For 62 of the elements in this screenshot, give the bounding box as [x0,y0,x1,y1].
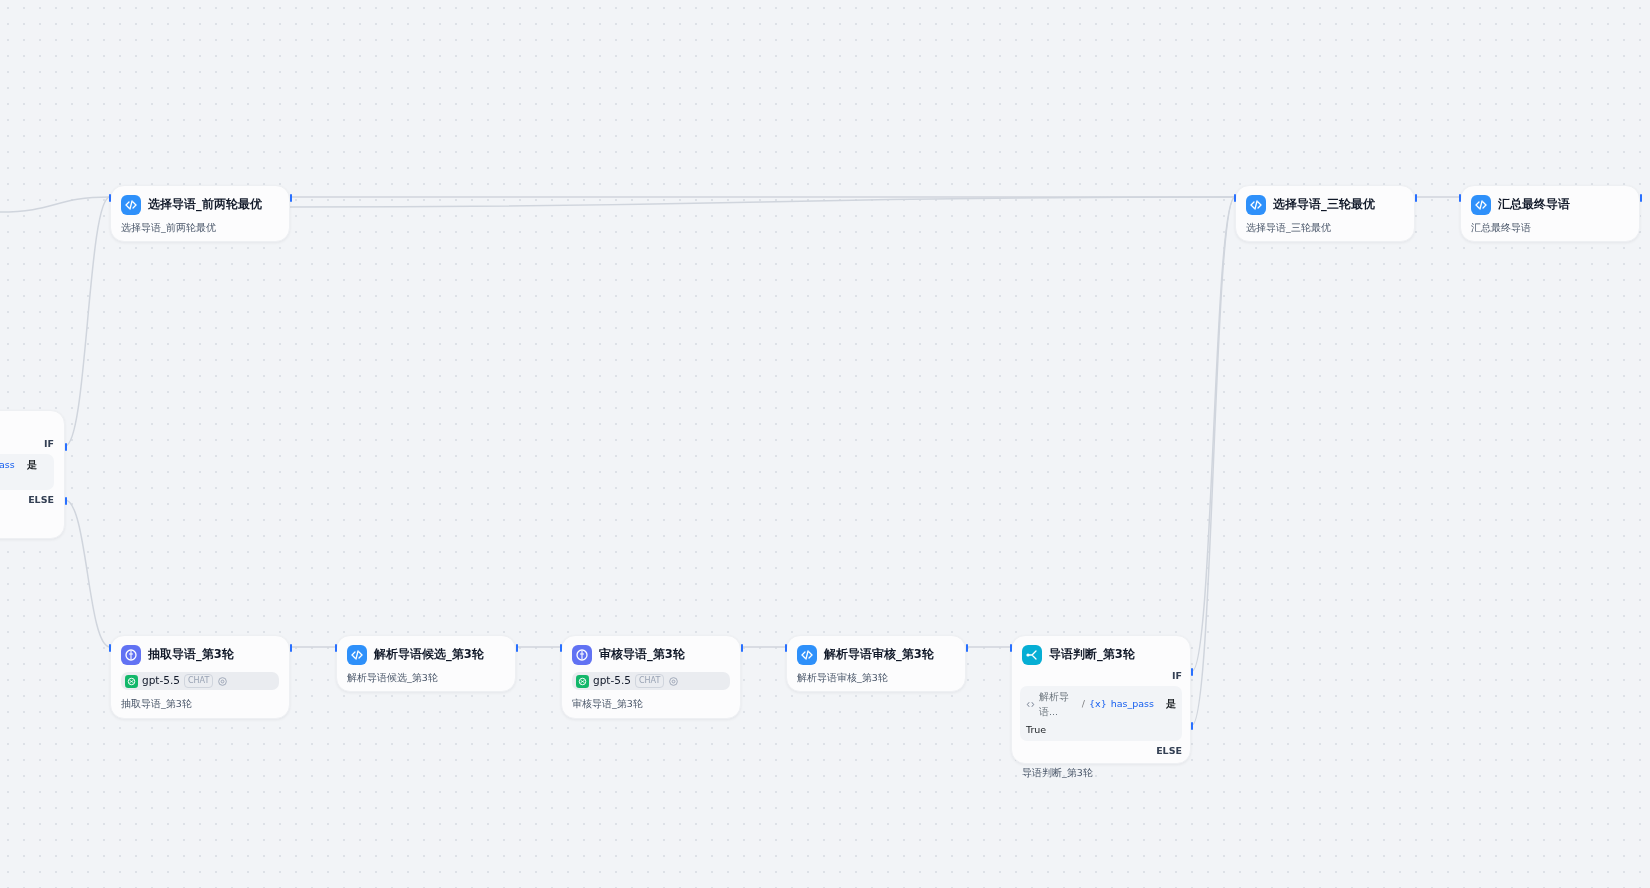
connection-handle [1010,644,1012,652]
code-icon [1026,700,1035,709]
variable-icon: {x} [1089,697,1107,712]
connection-handle [966,644,968,652]
node-title: 解析导语审核_第3轮 [824,646,934,664]
connection-handle [785,644,787,652]
operator-label: 是 [26,458,37,473]
connection-handle [1459,194,1461,202]
branch-label: IF [42,437,54,451]
settings-icon [668,675,680,687]
connection-handle [516,644,518,652]
node-description: 审核导语_第3轮 [571,697,644,711]
node-description: 选择导语_三轮最优 [1245,221,1332,235]
branch-label: ELSE [1155,744,1182,758]
variable-name: has_pass [1110,697,1154,712]
connection-handle [109,194,111,202]
branch-label: IF [1170,669,1182,683]
node-title: 解析导语候选_第3轮 [374,646,484,664]
model-name: gpt-5.5 [142,673,180,689]
branch-label: ELSE [27,493,54,508]
settings-icon [217,675,229,687]
code-icon [347,645,367,665]
mode-tag: CHAT [634,674,665,688]
code-icon [121,195,141,215]
connection-handle [65,443,67,451]
connection-handle [1640,194,1642,202]
node-title: 选择导语_前两轮最优 [148,196,262,214]
connection-handle [65,497,67,505]
operator-label: 是 [1166,697,1176,712]
connection-handle [109,644,111,652]
node-description: 汇总最终导语 [1470,221,1532,235]
connection-handle [335,644,337,652]
model-icon [576,674,589,688]
connection-handle [290,644,292,652]
node-description: 选择导语_前两轮最优 [120,221,217,235]
variable-name: ass [0,458,15,473]
node-description: 抽取导语_第3轮 [120,697,193,711]
code-icon [1246,195,1266,215]
connection-handle [1191,668,1193,676]
code-icon [797,645,817,665]
condition-value: True [1026,722,1048,737]
node-title: 抽取导语_第3轮 [148,646,234,664]
node-description: 解析导语审核_第3轮 [796,671,889,685]
source-label: 解析导语... [1039,690,1070,719]
code-icon [1471,195,1491,215]
branch-icon [1022,645,1042,665]
connection-handle [741,644,743,652]
separator: / [1081,697,1085,712]
connection-handle [290,194,292,202]
node-description: 解析导语候选_第3轮 [346,671,439,685]
connection-handle [1234,194,1236,202]
node-title: 汇总最终导语 [1498,196,1570,214]
model-icon [125,674,138,688]
model-name: gpt-5.5 [593,673,631,689]
node-description: 导语判断_第3轮 [1021,766,1094,781]
node-title: 选择导语_三轮最优 [1273,196,1375,214]
connection-handle [1415,194,1417,202]
connection-handle [1191,722,1193,730]
node-title: 审核导语_第3轮 [599,646,685,664]
connection-handle [560,644,562,652]
node-title: 导语判断_第3轮 [1049,646,1135,664]
mode-tag: CHAT [183,674,214,688]
